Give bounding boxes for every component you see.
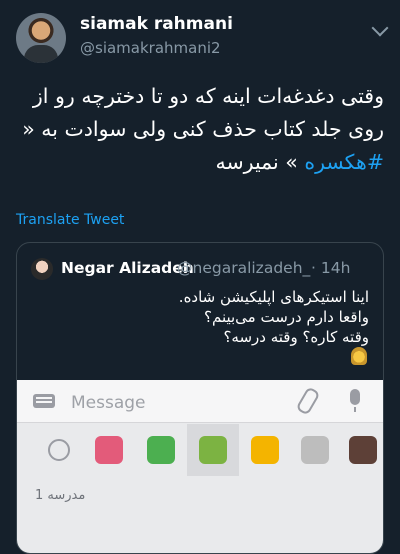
translate-tweet-link[interactable]: Translate Tweet [16,212,124,228]
sticker-flower-thumb [251,436,279,464]
sticker-pack-tabs [17,424,383,476]
sticker-word-thumb [199,436,227,464]
tweet-text-tail: نمیرسه [215,150,279,174]
quoted-author-avatar [31,258,53,280]
message-input [69,390,283,416]
hashtag-link[interactable]: #هکسره [304,150,384,174]
quoted-author-name: Negar Alizadeh [61,259,194,277]
author-avatar[interactable] [16,13,66,63]
tab-sticker-word [187,424,239,476]
sticker-board-thumb [349,436,377,464]
quoted-tweet[interactable]: Negar Alizadeh @negaralizadeh_ · 14h این… [16,242,384,554]
tab-sticker-flower [239,424,291,476]
author-handle[interactable]: @siamakrahmani2 [80,39,221,57]
quoted-line-1: اینا استیکرهای اپلیکیشن شاده. [178,288,369,306]
microphone-icon [350,389,360,412]
woman-shrugging-emoji-icon [351,347,367,365]
tab-emoji [33,424,85,476]
tweet-text-line-1: وقتی دغدغه‌ات اینه که دو تا دخترچه رو از [32,84,384,108]
quoted-screenshot-keyboard: مدرسه 1 [17,380,383,553]
author-display-name[interactable]: siamak rahmani [80,14,233,34]
quoted-tweet-text: اینا استیکرهای اپلیکیشن شاده. واقعا دارم… [39,287,369,347]
chevron-down-icon[interactable] [371,19,389,37]
closing-quote: » [285,150,298,174]
tweet-text: وقتی دغدغه‌ات اینه که دو تا دخترچه رو از… [16,80,384,179]
tweet-text-line-2: روی جلد کتاب حذف کنی ولی سوادت به « [22,117,384,141]
quoted-author-handle: @negaralizadeh_ [177,259,311,277]
tab-sticker-board [337,424,383,476]
tweet-text-line-3: #هکسره » نمیرسه [16,146,385,179]
tab-sticker-doodle [289,424,341,476]
tab-sticker-number-one [135,424,187,476]
emoji-face-icon [48,439,70,461]
sticker-pack-label: مدرسه 1 [35,488,86,503]
sticker-number-one-thumb [147,436,175,464]
quoted-line-2: واقعا دارم درست می‌بینم؟ [204,308,369,326]
sticker-doodle-thumb [301,436,329,464]
paperclip-icon [295,386,321,416]
keyboard-icon [33,394,55,408]
quoted-tweet-time: · 14h [311,259,351,277]
quoted-line-3: وقته کاره؟ وقته درسه؟ [223,328,369,346]
message-bar [17,380,383,423]
sticker-girl-thumb [95,436,123,464]
tab-sticker-girl [83,424,135,476]
